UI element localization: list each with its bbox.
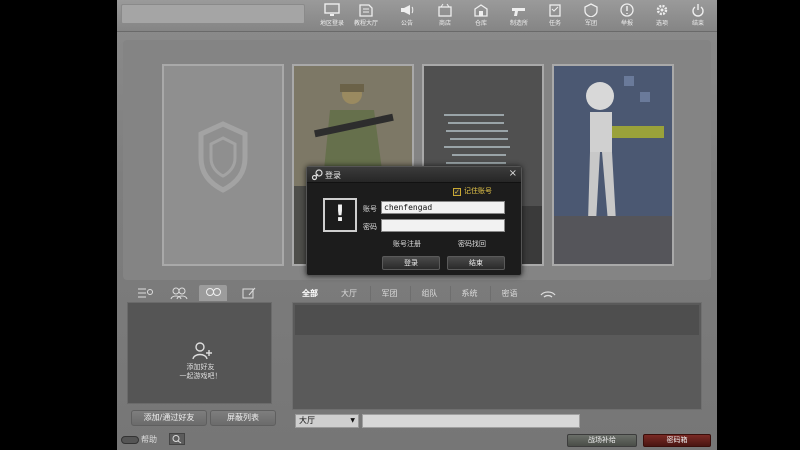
menu-label: 制造所 <box>509 20 528 27</box>
tab-friends[interactable] <box>199 285 227 301</box>
power-icon <box>692 4 704 17</box>
menu-label: 商店 <box>438 20 451 27</box>
book-icon <box>359 4 373 17</box>
mode-card-empty[interactable] <box>162 64 284 266</box>
menu-region-login[interactable]: 地区登录 <box>313 2 351 30</box>
menu-label: 选项 <box>655 20 668 27</box>
password-input[interactable] <box>381 219 505 232</box>
register-link[interactable]: 账号注册 <box>393 239 421 249</box>
megaphone-icon <box>401 5 414 15</box>
battle-supply-button[interactable]: 战场补给 <box>567 434 637 447</box>
friends-panel: 添加好友 一起游戏吧！ <box>127 302 272 404</box>
menu-label: 公告 <box>400 20 413 27</box>
login-button[interactable]: 登录 <box>382 256 440 270</box>
chat-tab-system[interactable]: 系统 <box>450 286 488 301</box>
menu-tutorial[interactable]: 教程大厅 <box>347 2 385 30</box>
edit-icon <box>242 287 256 299</box>
menu-label: 军团 <box>584 20 597 27</box>
chat-log <box>292 302 702 410</box>
chat-tab-team[interactable]: 组队 <box>410 286 448 301</box>
group-icon <box>170 287 188 300</box>
player-name-box <box>121 4 305 24</box>
dialog-title: 登录 <box>325 171 341 180</box>
chat-tabs: 全部 大厅 军团 组队 系统 密语 <box>292 286 707 302</box>
hint-line-1: 添加好友 <box>186 363 215 371</box>
login-dialog: 登录 × ✓ 记住账号 ! 账号 chenfengad 密码 账号注册 密码找回 … <box>306 166 522 276</box>
account-input[interactable]: chenfengad <box>381 201 505 214</box>
code-box-button[interactable]: 密码箱 <box>643 434 711 447</box>
menu-exit[interactable]: 结束 <box>679 2 717 30</box>
chat-tab-lobby[interactable]: 大厅 <box>332 286 366 301</box>
menu-label: 地区登录 <box>319 20 344 27</box>
account-label: 账号 <box>363 205 377 213</box>
menu-label: 任务 <box>548 20 561 27</box>
warning-mark: ! <box>334 202 346 227</box>
password-label: 密码 <box>363 223 377 231</box>
chat-settings-icon[interactable] <box>538 287 558 301</box>
close-icon[interactable]: × <box>509 168 517 179</box>
mode-card-robot[interactable] <box>552 64 674 266</box>
menu-workshop[interactable]: 制造所 <box>500 2 538 30</box>
top-bar: 地区登录 教程大厅 公告 商店 仓库 制造所 任务 军团 举报 选项 结束 <box>117 0 717 32</box>
block-list-button[interactable]: 屏蔽列表 <box>210 410 276 426</box>
menu-label: 仓库 <box>474 20 487 27</box>
tab-group[interactable] <box>165 285 193 301</box>
dialog-titlebar: 登录 × <box>307 167 521 183</box>
search-icon <box>172 435 182 444</box>
tab-friend-list[interactable] <box>131 285 159 301</box>
menu-legion[interactable]: 军团 <box>572 2 610 30</box>
chat-channel-value: 大厅 <box>299 416 315 425</box>
chat-log-row <box>295 305 699 335</box>
warning-icon: ! <box>323 198 357 232</box>
add-friend-hint: 添加好友 一起游戏吧！ <box>128 363 273 381</box>
list-icon <box>138 288 153 298</box>
chat-input[interactable] <box>362 414 580 428</box>
monitor-icon <box>324 3 340 16</box>
warehouse-icon <box>474 4 488 17</box>
menu-shop[interactable]: 商店 <box>426 2 464 30</box>
hint-line-2: 一起游戏吧！ <box>179 372 222 380</box>
gear-icon <box>656 4 668 16</box>
help-badge-icon <box>121 435 139 444</box>
menu-notice[interactable]: 公告 <box>388 2 426 30</box>
menu-label: 举报 <box>620 20 633 27</box>
add-friend-icon[interactable] <box>191 341 213 361</box>
menu-label: 教程大厅 <box>353 20 378 27</box>
report-icon <box>620 3 634 17</box>
menu-options[interactable]: 选项 <box>643 2 681 30</box>
mission-icon <box>549 4 561 17</box>
help-label: 帮助 <box>141 435 157 444</box>
menu-report[interactable]: 举报 <box>608 2 646 30</box>
menu-mission[interactable]: 任务 <box>536 2 574 30</box>
friends-tabs <box>127 285 272 301</box>
gun-icon <box>512 8 525 16</box>
find-password-link[interactable]: 密码找回 <box>458 239 486 249</box>
robot-image <box>554 66 672 264</box>
chat-tab-whisper[interactable]: 密语 <box>490 286 528 301</box>
remember-account-checkbox[interactable]: ✓ 记住账号 <box>453 186 492 196</box>
chat-tab-legion[interactable]: 军团 <box>370 286 408 301</box>
checkbox-check-icon: ✓ <box>453 188 461 196</box>
shop-icon <box>438 3 452 17</box>
menu-warehouse[interactable]: 仓库 <box>462 2 500 30</box>
friends-icon <box>206 288 221 296</box>
menu-label: 结束 <box>691 20 704 27</box>
badge-emblem-icon <box>198 121 248 193</box>
add-friend-button[interactable]: 添加/通过好友 <box>131 410 207 426</box>
tab-edit[interactable] <box>235 285 263 301</box>
help-link[interactable]: 帮助 <box>121 434 157 446</box>
legion-icon <box>584 3 598 17</box>
search-button[interactable] <box>169 433 185 445</box>
end-button[interactable]: 结束 <box>447 256 505 270</box>
chat-channel-select[interactable]: 大厅 ▼ <box>295 414 359 428</box>
chat-tab-all[interactable]: 全部 <box>296 286 324 301</box>
chevron-down-icon: ▼ <box>350 417 355 424</box>
steam-logo-icon <box>311 169 323 181</box>
remember-account-label: 记住账号 <box>464 187 492 195</box>
